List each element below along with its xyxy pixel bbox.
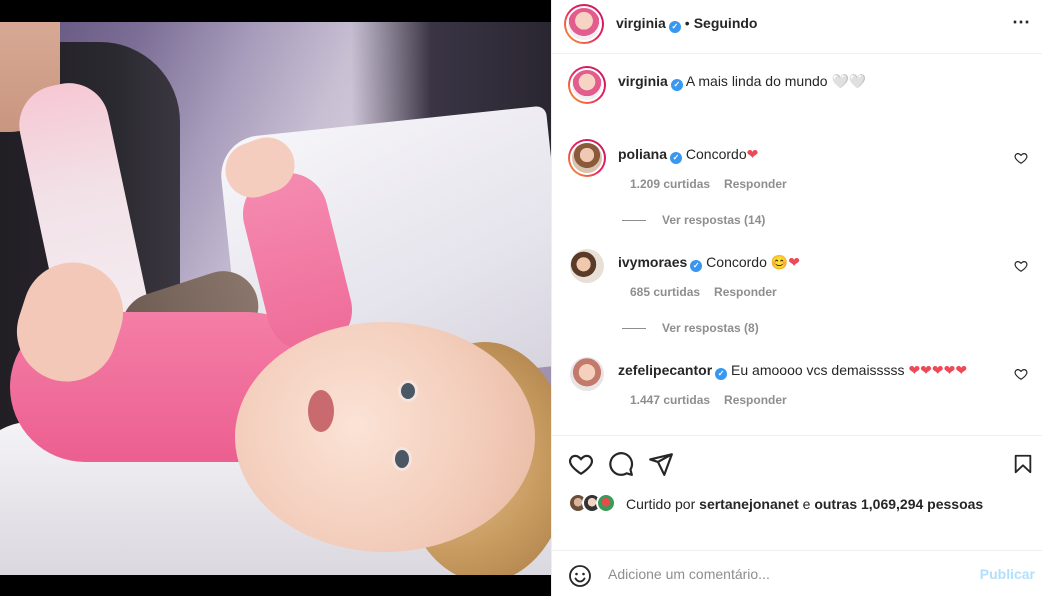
comment-item: zefelipecantor ✓ Eu amoooo vcs demaisssss… [568, 355, 1028, 415]
post-actions: Curtido por sertanejonanet e outras 1,06… [552, 435, 1042, 550]
caption-username[interactable]: virginia [618, 73, 668, 89]
photo-baby-eye [392, 447, 412, 471]
comments-list: virginia ✓ A mais linda do mundo 🤍🤍 polia… [552, 54, 1042, 435]
heart-icon[interactable] [568, 451, 594, 477]
comment-meta: 685 curtidas Responder [630, 285, 791, 299]
comment-like-icon[interactable] [1014, 151, 1028, 165]
avatar-image [570, 249, 604, 283]
comment-body: Concordo [706, 254, 767, 270]
avatar[interactable] [568, 355, 606, 393]
comment-like-icon[interactable] [1014, 259, 1028, 273]
share-icon[interactable] [648, 451, 674, 477]
separator-dot: • [684, 15, 690, 31]
comment-item: ivymoraes ✓ Concordo 😊❤ 685 curtidas Respo… [568, 247, 1028, 337]
comment-emoji: ❤❤❤❤❤ [908, 362, 968, 378]
comment-meta: 1.447 curtidas Responder [630, 393, 801, 407]
comment-emoji: ❤ [746, 146, 759, 162]
reply-button[interactable]: Responder [724, 393, 787, 407]
comment-like-icon[interactable] [1014, 367, 1028, 381]
avatar-image [570, 141, 604, 175]
comment-input[interactable]: Adicione um comentário... [608, 566, 770, 582]
post-photo[interactable] [0, 22, 551, 575]
liker-avatar[interactable] [596, 493, 616, 513]
comment-item: poliana ✓ Concordo❤ 1.209 curtidas Respond… [568, 139, 1028, 229]
reply-button[interactable]: Responder [714, 285, 777, 299]
caption-body: A mais linda do mundo 🤍🤍 [685, 73, 867, 89]
caption-text: virginia ✓ A mais linda do mundo 🤍🤍 [618, 72, 866, 91]
comment-text: zefelipecantor ✓ Eu amoooo vcs demaisssss… [618, 361, 967, 380]
header-author: virginia ✓ • Seguindo [616, 15, 757, 33]
comment-likes-count[interactable]: 685 curtidas [630, 285, 700, 299]
view-replies-button[interactable]: Ver respostas (8) [622, 321, 759, 335]
post-media [0, 0, 551, 596]
post-caption: virginia ✓ A mais linda do mundo 🤍🤍 [568, 66, 1028, 106]
avatar-image [570, 68, 604, 102]
view-replies-button[interactable]: Ver respostas (14) [622, 213, 765, 227]
comment-likes-count[interactable]: 1.209 curtidas [630, 177, 710, 191]
comment-text: poliana ✓ Concordo❤ [618, 145, 758, 164]
more-options-icon[interactable]: ⋯ [1012, 12, 1031, 33]
replies-divider [622, 220, 646, 222]
verified-badge-icon: ✓ [670, 152, 683, 164]
comment-body: Eu amoooo vcs demaisssss [731, 362, 905, 378]
avatar[interactable] [568, 66, 606, 104]
likes-user-link[interactable]: sertanejonanet [699, 496, 799, 512]
comment-username[interactable]: poliana [618, 146, 667, 162]
replies-divider [622, 328, 646, 330]
comment-text: ivymoraes ✓ Concordo 😊❤ [618, 253, 800, 272]
bookmark-icon[interactable] [1012, 451, 1034, 477]
comment-body: Concordo [685, 146, 747, 162]
follow-status-button[interactable]: Seguindo [694, 15, 758, 31]
likes-prefix: Curtido por [626, 496, 696, 512]
likes-others-link[interactable]: outras 1,069,294 pessoas [814, 496, 983, 512]
publish-button[interactable]: Publicar [980, 566, 1035, 582]
verified-badge-icon: ✓ [670, 79, 683, 91]
photo-baby-eye [398, 380, 418, 402]
reply-button[interactable]: Responder [724, 177, 787, 191]
view-replies-label: Ver respostas (14) [662, 213, 766, 227]
avatar-image [566, 6, 602, 42]
verified-badge-icon: ✓ [690, 260, 703, 272]
verified-badge-icon: ✓ [668, 21, 681, 33]
view-replies-label: Ver respostas (8) [662, 321, 759, 335]
author-username[interactable]: virginia [616, 15, 666, 31]
avatar-image [570, 357, 604, 391]
photo-baby-mouth [308, 390, 334, 432]
emoji-icon[interactable] [568, 564, 592, 588]
comment-username[interactable]: zefelipecantor [618, 362, 712, 378]
add-comment-bar: Adicione um comentário... Publicar [552, 550, 1042, 596]
avatar[interactable] [564, 4, 604, 44]
post-sidebar: virginia ✓ • Seguindo ⋯ virginia ✓ A mais li… [551, 0, 1042, 596]
comment-icon[interactable] [608, 451, 634, 477]
avatar[interactable] [568, 247, 606, 285]
comment-likes-count[interactable]: 1.447 curtidas [630, 393, 710, 407]
avatar[interactable] [568, 139, 606, 177]
comment-meta: 1.209 curtidas Responder [630, 177, 801, 191]
likes-middle: e [802, 496, 811, 512]
comment-username[interactable]: ivymoraes [618, 254, 687, 270]
likes-text: Curtido por sertanejonanet e outras 1,06… [626, 496, 983, 512]
comment-emoji: 😊❤ [770, 254, 800, 270]
post-header: virginia ✓ • Seguindo ⋯ [552, 0, 1042, 54]
verified-badge-icon: ✓ [715, 368, 728, 380]
photo-baby-face [235, 322, 535, 552]
